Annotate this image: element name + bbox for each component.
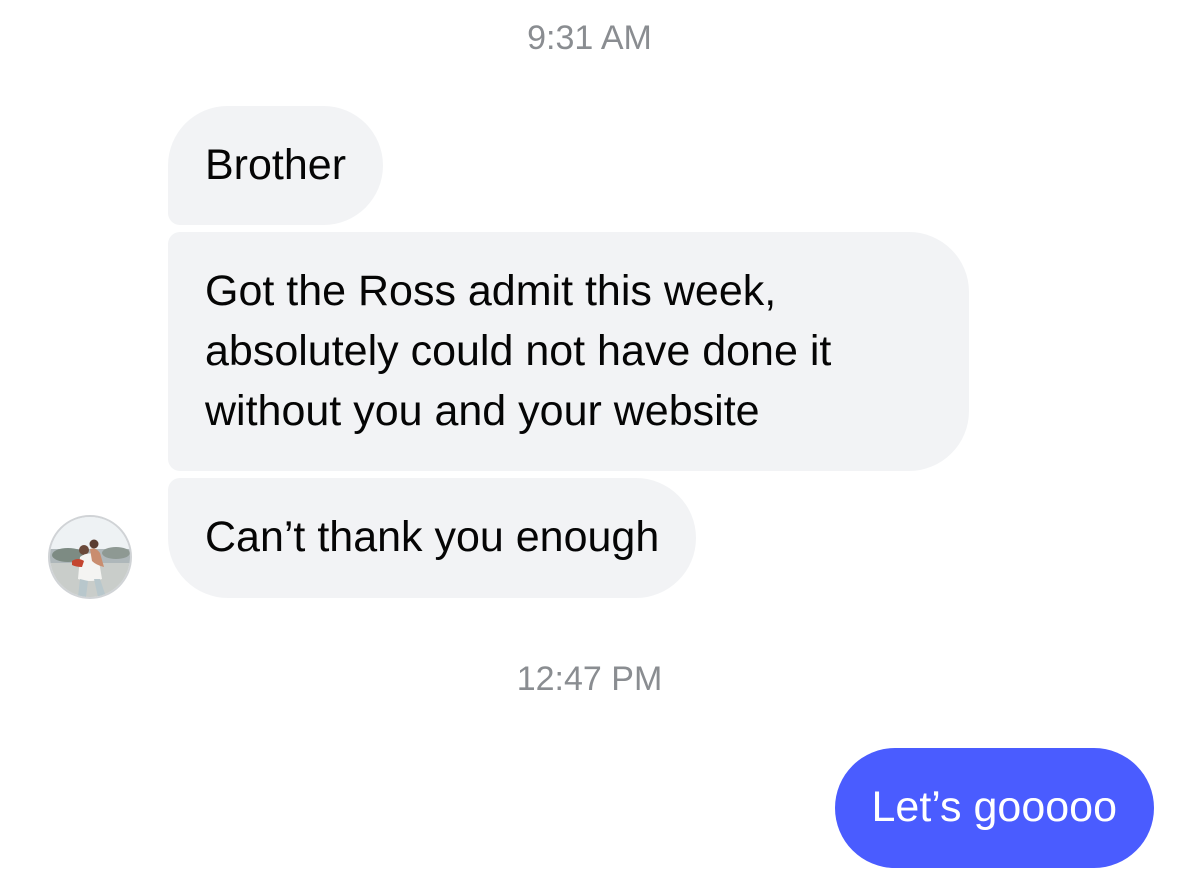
incoming-message-thanks[interactable]: Can’t thank you enough [168, 478, 697, 598]
outgoing-message[interactable]: Let’s gooooo [834, 748, 1154, 868]
message-line: Got the Ross admit this week, [205, 267, 777, 315]
message-line: without you and your website [205, 387, 760, 435]
incoming-message-brother[interactable]: Brother [168, 106, 384, 225]
contact-avatar[interactable] [48, 515, 132, 599]
message-text: Brother [205, 141, 347, 189]
timestamp-middle: 12:47 PM [516, 660, 663, 698]
avatar-photo-icon [50, 517, 130, 597]
message-text: Can’t thank you enough [205, 513, 660, 561]
timestamp-top: 9:31 AM [527, 19, 652, 57]
message-line: absolutely could not have done it [205, 327, 832, 375]
message-text: Let’s gooooo [871, 783, 1118, 831]
incoming-message-ross-admit[interactable]: Got the Ross admit this week, absolutely… [168, 232, 969, 471]
